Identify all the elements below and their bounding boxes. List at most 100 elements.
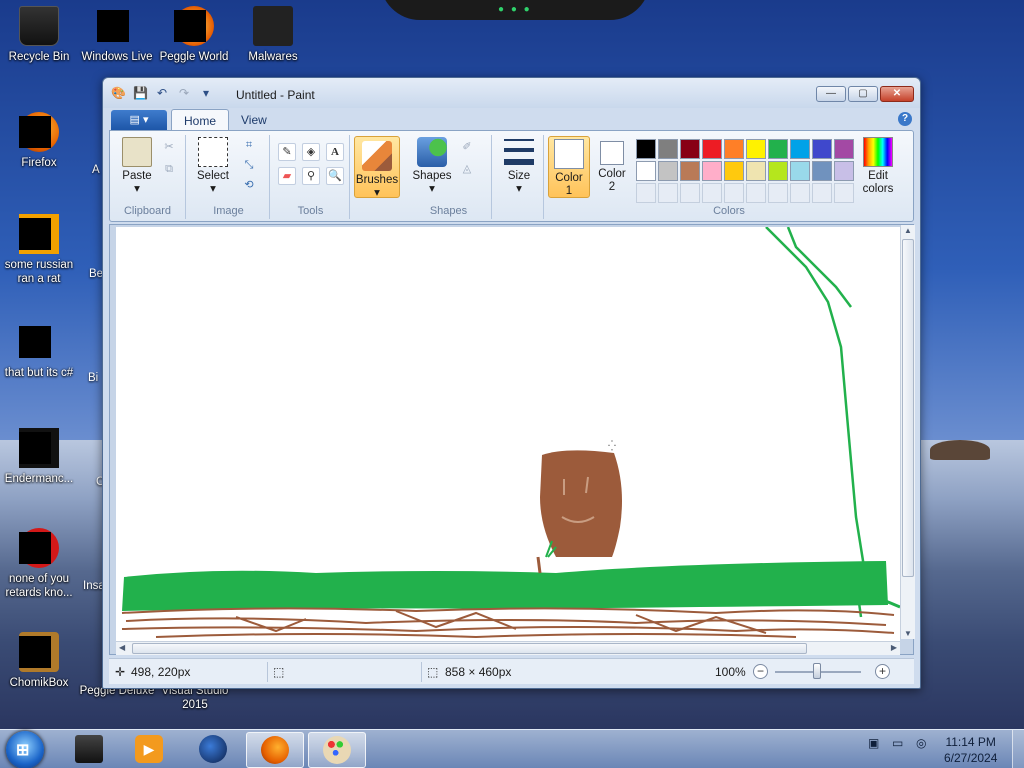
fill-icon[interactable]: ◈	[302, 143, 320, 161]
zoom-slider-thumb[interactable]	[813, 663, 821, 679]
scroll-left-icon[interactable]: ◀	[119, 643, 125, 652]
custom-color-slot[interactable]	[746, 183, 766, 203]
palette-swatch[interactable]	[746, 139, 766, 159]
palette-swatch[interactable]	[636, 161, 656, 181]
desktop-icon-that-but-csharp[interactable]: that but its c#	[0, 322, 78, 380]
palette-swatch[interactable]	[680, 139, 700, 159]
clock[interactable]: 11:14 PM 6/27/2024	[944, 734, 997, 766]
palette-swatch[interactable]	[702, 161, 722, 181]
custom-color-slot[interactable]	[834, 183, 854, 203]
palette-swatch[interactable]	[834, 161, 854, 181]
size-button[interactable]: Size ▾	[498, 137, 540, 196]
help-icon[interactable]: ?	[898, 112, 912, 126]
desktop-icon-malwares[interactable]: Malwares	[234, 6, 312, 64]
taskbar-item-firefox[interactable]	[246, 732, 304, 768]
desktop-icon-recycle-bin[interactable]: Recycle Bin	[0, 6, 78, 64]
palette-swatch[interactable]	[724, 161, 744, 181]
select-button[interactable]: Select ▾	[192, 137, 234, 196]
monitor-icon[interactable]: ▭	[892, 736, 903, 750]
custom-color-slot[interactable]	[636, 183, 656, 203]
taskbar-item-paint[interactable]	[308, 732, 366, 768]
paint-app-icon[interactable]: 🎨	[111, 86, 126, 100]
desktop-icon-peggle-world[interactable]: Peggle World	[155, 6, 233, 64]
customize-qat-icon[interactable]: ▾	[199, 86, 213, 100]
resize-icon[interactable]: ⤡	[240, 157, 258, 175]
crop-icon[interactable]: ⌗	[240, 137, 258, 155]
text-tool-icon[interactable]: A	[326, 143, 344, 161]
volume-icon[interactable]: ◎	[916, 736, 926, 750]
shapes-button[interactable]: Shapes ▾	[410, 137, 454, 196]
palette-swatch[interactable]	[768, 161, 788, 181]
close-button[interactable]: ✕	[880, 86, 914, 102]
vertical-scroll-thumb[interactable]	[902, 239, 914, 577]
clock-time: 11:14 PM	[945, 735, 996, 749]
desktop-icon-endermanch[interactable]: Endermanc...	[0, 428, 78, 486]
scroll-up-icon[interactable]: ▲	[904, 226, 912, 235]
desktop-icon-chomikbox[interactable]: ChomikBox	[0, 632, 78, 690]
custom-color-slot[interactable]	[680, 183, 700, 203]
palette-swatch[interactable]	[724, 139, 744, 159]
color-picker-icon[interactable]: ⚲	[302, 167, 320, 185]
zoom-in-button[interactable]: +	[875, 664, 890, 679]
drawing-canvas[interactable]: ⁛	[116, 227, 900, 641]
horizontal-scrollbar[interactable]: ◀ ▶	[116, 641, 900, 655]
palette-swatch[interactable]	[658, 139, 678, 159]
palette-swatch[interactable]	[636, 139, 656, 159]
palette-swatch[interactable]	[702, 139, 722, 159]
rotate-icon[interactable]: ⟲	[240, 177, 258, 195]
palette-swatch[interactable]	[834, 139, 854, 159]
tab-view[interactable]: View	[229, 109, 279, 131]
desktop-icon-windows-live[interactable]: Windows Live	[78, 6, 156, 64]
eraser-icon[interactable]: ▰	[278, 167, 296, 185]
file-menu-button[interactable]: ▤ ▾	[111, 110, 167, 130]
outline-icon[interactable]: ✐	[458, 139, 476, 157]
color1-button[interactable]: Color 1	[548, 136, 590, 198]
custom-color-slot[interactable]	[658, 183, 678, 203]
desktop-icon-opera[interactable]: none of you retards kno...	[0, 528, 78, 600]
palette-swatch[interactable]	[812, 139, 832, 159]
custom-color-slot[interactable]	[812, 183, 832, 203]
vertical-scrollbar[interactable]: ▲ ▼	[900, 225, 915, 639]
save-icon[interactable]: 💾	[133, 86, 148, 100]
undo-icon[interactable]: ↶	[155, 86, 169, 100]
minimize-button[interactable]: —	[816, 86, 846, 102]
color2-button[interactable]: Color 2	[592, 138, 632, 194]
paste-button[interactable]: Paste ▾	[116, 137, 158, 196]
redo-icon[interactable]: ↷	[177, 86, 191, 100]
custom-color-slot[interactable]	[768, 183, 788, 203]
taskbar-item-computer[interactable]	[60, 732, 118, 768]
palette-swatch[interactable]	[746, 161, 766, 181]
fill-shape-icon[interactable]: ◬	[458, 161, 476, 179]
title-bar[interactable]: 🎨 💾 ↶ ↷ ▾ Untitled - Paint — ▢ ✕	[103, 78, 920, 108]
custom-color-slot[interactable]	[702, 183, 722, 203]
shapes-label: Shapes	[412, 170, 452, 182]
edit-colors-button[interactable]: Edit colors	[856, 137, 900, 196]
network-icon[interactable]: ▣	[868, 736, 879, 750]
palette-swatch[interactable]	[768, 139, 788, 159]
maximize-button[interactable]: ▢	[848, 86, 878, 102]
desktop-icon-firefox[interactable]: Firefox	[0, 112, 78, 170]
palette-swatch[interactable]	[680, 161, 700, 181]
tab-home[interactable]: Home	[171, 109, 230, 131]
cut-icon[interactable]: ✂	[160, 139, 178, 157]
taskbar-item-media-player[interactable]: ▶	[120, 732, 178, 768]
palette-swatch[interactable]	[790, 139, 810, 159]
horizontal-scroll-thumb[interactable]	[132, 643, 807, 654]
custom-color-slot[interactable]	[724, 183, 744, 203]
zoom-out-button[interactable]: −	[753, 664, 768, 679]
palette-swatch[interactable]	[658, 161, 678, 181]
pencil-icon[interactable]: ✎	[278, 143, 296, 161]
palette-swatch[interactable]	[790, 161, 810, 181]
custom-color-slot[interactable]	[790, 183, 810, 203]
taskbar-item-globe[interactable]	[184, 732, 242, 768]
scroll-down-icon[interactable]: ▼	[904, 629, 912, 638]
copy-icon[interactable]: ⧉	[160, 161, 178, 179]
start-button[interactable]: ⊞	[6, 731, 44, 768]
group-shapes: Shapes ▾ ✐ ◬ Shapes	[406, 135, 492, 219]
show-desktop-button[interactable]	[1012, 730, 1024, 768]
brushes-button[interactable]: Brushes ▾	[354, 136, 400, 199]
palette-swatch[interactable]	[812, 161, 832, 181]
magnifier-icon[interactable]: 🔍	[326, 167, 344, 185]
scroll-right-icon[interactable]: ▶	[891, 643, 897, 652]
desktop-icon-russian-rat[interactable]: some russian ran a rat	[0, 214, 78, 286]
